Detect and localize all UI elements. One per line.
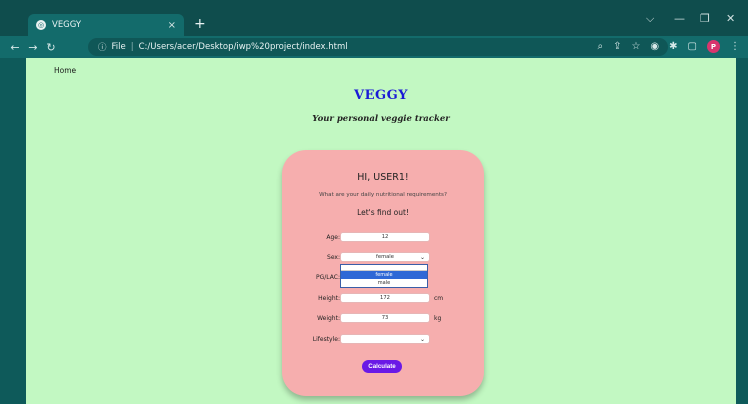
globe-icon: ◎ bbox=[36, 20, 46, 30]
card-greeting: HI, USER1! bbox=[357, 172, 409, 183]
url-separator: | bbox=[130, 42, 134, 52]
reload-icon[interactable]: ↻ bbox=[42, 41, 60, 54]
height-label: Height: bbox=[318, 295, 340, 302]
minimize-button[interactable]: — bbox=[674, 12, 685, 25]
height-input[interactable]: 172 bbox=[340, 293, 430, 303]
back-icon[interactable]: ← bbox=[6, 41, 24, 54]
extension-icon[interactable]: ◉ bbox=[650, 41, 659, 52]
weight-input[interactable]: 73 bbox=[340, 313, 430, 323]
requirements-card: HI, USER1! What are your daily nutrition… bbox=[282, 150, 484, 396]
tab-search-icon[interactable]: ⌵ bbox=[646, 12, 654, 26]
close-window-button[interactable]: ✕ bbox=[726, 12, 735, 25]
profile-avatar[interactable]: P bbox=[707, 40, 720, 53]
close-tab-icon[interactable]: × bbox=[168, 20, 176, 31]
sex-option-male[interactable]: male bbox=[341, 279, 427, 287]
card-cta: Let's find out! bbox=[357, 208, 409, 217]
forward-icon[interactable]: → bbox=[24, 41, 42, 54]
info-icon[interactable]: ⓘ bbox=[98, 41, 107, 53]
sex-select[interactable]: female ⌄ bbox=[340, 252, 430, 262]
chevron-down-icon: ⌄ bbox=[419, 254, 425, 261]
toolbar-icons: ⌕ ⇪ ☆ ◉ ✱ ▢ P ⋮ bbox=[597, 40, 740, 53]
share-icon[interactable]: ⇪ bbox=[613, 41, 621, 52]
calculate-button[interactable]: Calculate bbox=[362, 360, 402, 373]
restore-button[interactable]: ❐ bbox=[700, 12, 710, 25]
menu-icon[interactable]: ⋮ bbox=[730, 41, 740, 52]
chevron-down-icon: ⌄ bbox=[419, 336, 425, 343]
tagline: Your personal veggie tracker bbox=[312, 114, 450, 124]
zoom-icon[interactable]: ⌕ bbox=[597, 41, 603, 52]
browser-tab[interactable]: ◎ VEGGY × bbox=[28, 14, 184, 36]
sex-label: Sex: bbox=[327, 254, 340, 261]
card-subtitle: What are your daily nutritional requirem… bbox=[319, 192, 447, 198]
pglac-label: PG/LAC: bbox=[316, 274, 340, 281]
age-input[interactable]: 12 bbox=[340, 232, 430, 242]
age-label: Age: bbox=[326, 234, 340, 241]
brand-title: VEGGY bbox=[354, 88, 408, 103]
sex-dropdown-list: female male bbox=[340, 264, 428, 288]
url-text: C:/Users/acer/Desktop/iwp%20project/inde… bbox=[138, 42, 348, 52]
lifestyle-label: Lifestyle: bbox=[312, 336, 340, 343]
tab-title: VEGGY bbox=[52, 20, 82, 30]
address-bar[interactable]: ⓘ File | C:/Users/acer/Desktop/iwp%20pro… bbox=[88, 38, 668, 56]
sex-select-value: female bbox=[376, 254, 394, 260]
browser-toolbar: ← → ↻ ⓘ File | C:/Users/acer/Desktop/iwp… bbox=[0, 36, 748, 58]
lifestyle-select[interactable]: ⌄ bbox=[340, 334, 430, 344]
bookmark-star-icon[interactable]: ☆ bbox=[631, 41, 640, 52]
sidepanel-icon[interactable]: ▢ bbox=[688, 41, 697, 52]
puzzle-icon[interactable]: ✱ bbox=[669, 41, 677, 52]
nav-home-link[interactable]: Home bbox=[54, 66, 76, 75]
sex-option-female[interactable]: female bbox=[341, 271, 427, 279]
browser-tab-strip: ◎ VEGGY × + ⌵ — ❐ ✕ bbox=[0, 0, 748, 36]
weight-label: Weight: bbox=[317, 315, 340, 322]
url-prefix: File bbox=[111, 42, 126, 52]
height-unit: cm bbox=[434, 295, 444, 302]
weight-unit: kg bbox=[434, 315, 442, 322]
new-tab-button[interactable]: + bbox=[194, 14, 206, 34]
page-viewport: Home VEGGY Your personal veggie tracker … bbox=[26, 58, 736, 404]
